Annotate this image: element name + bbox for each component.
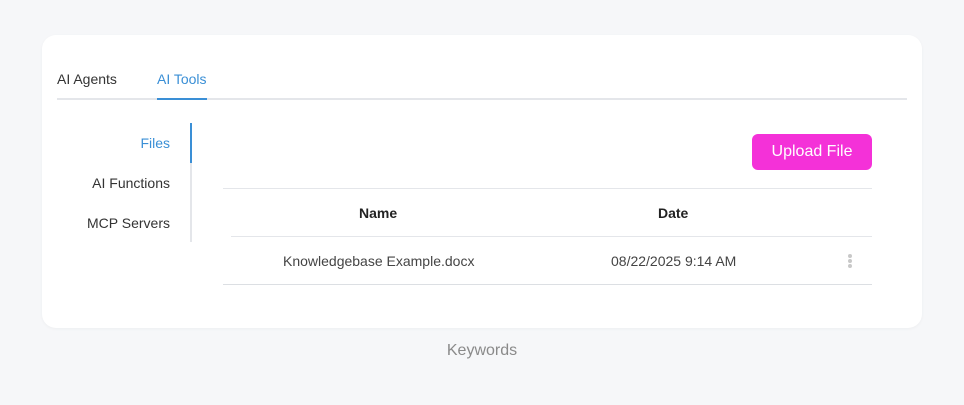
side-nav-item-mcp-servers[interactable]: MCP Servers (87, 215, 170, 231)
side-nav-item-ai-functions[interactable]: AI Functions (92, 175, 170, 191)
column-header-name[interactable]: Name (359, 205, 397, 221)
files-table: Name Date Knowledgebase Example.docx 08/… (223, 188, 872, 285)
side-nav-item-files[interactable]: Files (140, 135, 170, 151)
upload-file-button[interactable]: Upload File (752, 134, 872, 170)
table-header: Name Date (231, 189, 872, 237)
side-nav-active-indicator (190, 123, 192, 163)
file-date-cell: 08/22/2025 9:14 AM (611, 253, 737, 269)
keywords-label: Keywords (446, 342, 518, 359)
top-tabs: AI Agents AI Tools (57, 71, 907, 100)
vertical-ellipsis-icon[interactable] (847, 253, 853, 269)
column-header-date[interactable]: Date (658, 205, 688, 221)
ai-tools-card: AI Agents AI Tools Files AI Functions MC… (42, 35, 922, 328)
tab-ai-tools[interactable]: AI Tools (157, 71, 207, 100)
tab-ai-agents[interactable]: AI Agents (57, 71, 117, 98)
file-name-cell: Knowledgebase Example.docx (283, 253, 475, 269)
table-row[interactable]: Knowledgebase Example.docx 08/22/2025 9:… (223, 237, 872, 284)
side-nav: Files AI Functions MCP Servers (62, 123, 192, 242)
